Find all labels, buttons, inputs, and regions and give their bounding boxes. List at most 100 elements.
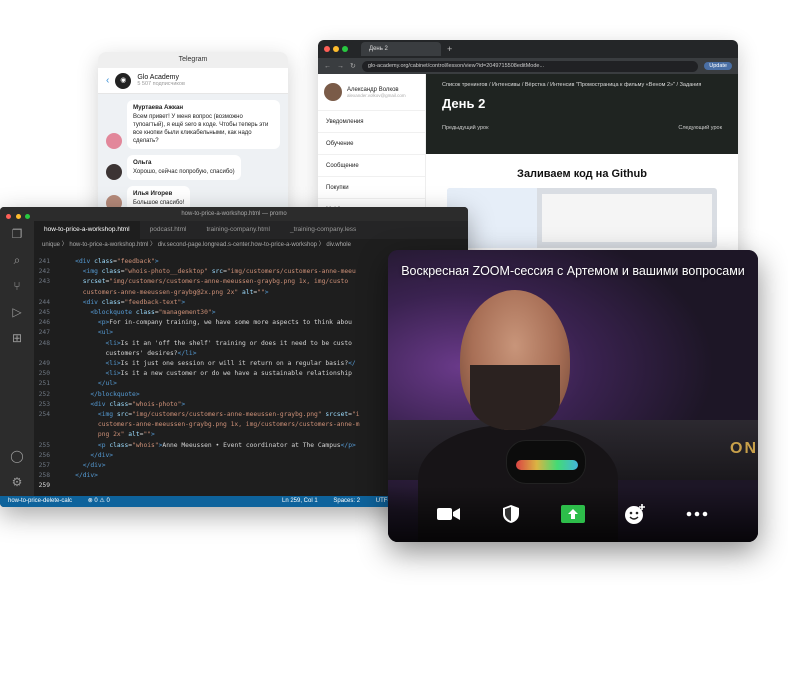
line-number: 248: [38, 339, 50, 347]
minimize-window-button[interactable]: [15, 214, 21, 219]
line-number: 246: [38, 319, 50, 327]
emoji-add-icon[interactable]: [621, 500, 649, 528]
line-text: </ul>: [97, 380, 117, 388]
account-icon[interactable]: ◯: [0, 443, 34, 469]
line-number: 250: [38, 370, 50, 378]
line-number: 259: [38, 482, 50, 490]
cursor-position: Ln 259, Col 1 Spaces: 2 UTF-: [282, 496, 403, 507]
line-number: 245: [38, 309, 50, 317]
user-name: Александр Волков: [347, 86, 399, 93]
line-number: 254: [38, 411, 50, 419]
line-text: </blockquote>: [90, 390, 140, 398]
line-text: <img class="whois-photo__desktop" src="i…: [82, 268, 356, 276]
problems-count[interactable]: ⊗ 0 ⚠ 0: [88, 498, 110, 504]
line-text: <div class="feedback-text">: [82, 298, 186, 306]
call-controls: [388, 486, 758, 542]
line-text: customers' desires?</li>: [60, 349, 197, 357]
line-number: 244: [38, 298, 50, 306]
sidebar-item-purchases[interactable]: Покупки: [318, 176, 425, 198]
channel-subscribers: 5 507 подписчиков: [137, 81, 185, 87]
share-screen-icon[interactable]: [559, 500, 587, 528]
files-icon[interactable]: ❐: [0, 221, 34, 247]
line-number: 255: [38, 441, 50, 449]
avatar: [324, 83, 342, 101]
search-icon[interactable]: ⌕: [0, 247, 34, 273]
back-icon[interactable]: ←: [324, 63, 331, 70]
line-text: png 2x" alt="">: [97, 431, 155, 439]
line-number: [34, 349, 60, 359]
new-tab-icon[interactable]: +: [447, 44, 452, 54]
user-profile[interactable]: Александр Волков alexander.volkov@gmail.…: [318, 74, 425, 110]
url-input[interactable]: glo-academy.org/cabinet/control/lesson/v…: [361, 60, 699, 72]
maximize-window-button[interactable]: [342, 46, 348, 52]
telegram-title: Telegram: [98, 52, 288, 68]
shield-icon[interactable]: [497, 500, 525, 528]
microphone-light: [516, 460, 578, 470]
git-branch[interactable]: how-to-price-delete-calc: [8, 498, 72, 504]
line-text: srcset="img/customers/customers-anne-mee…: [82, 278, 349, 286]
reload-icon[interactable]: ↻: [350, 62, 356, 70]
neon-sign: ON: [730, 440, 758, 457]
line-text: <div class="whois-photo">: [90, 400, 186, 408]
line-number: [34, 288, 60, 298]
prev-lesson-link[interactable]: Предыдущий урок: [442, 125, 488, 131]
line-number: 241: [38, 258, 50, 265]
update-button[interactable]: Update: [704, 62, 732, 70]
editor-tabs: how-to-price-a-workshop.html podcast.htm…: [34, 221, 468, 239]
avatar: [106, 133, 122, 149]
line-text: <p class="whois">Anne Meeussen • Event c…: [97, 441, 356, 449]
line-text: </div>: [90, 451, 114, 459]
cursor-position-text[interactable]: Ln 259, Col 1: [282, 498, 318, 504]
telegram-window: Telegram ‹ ◉ Glo Academy 5 507 подписчик…: [98, 52, 288, 232]
message-bubble: Муртаева Ажкан Всем привет! У меня вопро…: [127, 100, 280, 149]
maximize-window-button[interactable]: [25, 214, 31, 219]
line-number: [34, 430, 60, 440]
line-text: <blockquote class="management30">: [90, 309, 216, 317]
tab-how-to-price[interactable]: how-to-price-a-workshop.html: [34, 221, 140, 239]
sidebar-item-notifications[interactable]: Уведомления: [318, 110, 425, 132]
line-text: <div class="feedback">: [75, 258, 159, 265]
gear-icon[interactable]: ⚙: [0, 469, 34, 495]
line-text: <img src="img/customers/customers-anne-m…: [97, 411, 360, 419]
message: Муртаева Ажкан Всем привет! У меня вопро…: [106, 100, 280, 149]
line-text: customers-anne-meeussen-graybg.png 1x, i…: [97, 421, 360, 429]
line-text: <li>Is it just one session or will it re…: [105, 360, 356, 368]
forward-icon[interactable]: →: [337, 63, 344, 70]
message: Ольга Хорошо, сейчас попробую, спасибо): [106, 155, 280, 180]
tab-training-company-less[interactable]: _training-company.less: [280, 221, 366, 239]
line-text: <li>Is it an 'off the shelf' training or…: [105, 339, 352, 347]
editor-titlebar: how-to-price-a-workshop.html — promo: [0, 207, 468, 221]
line-number: 258: [38, 472, 50, 480]
tab-podcast[interactable]: podcast.html: [140, 221, 197, 239]
close-window-button[interactable]: [6, 214, 11, 219]
run-debug-icon[interactable]: ▷: [0, 299, 34, 325]
source-control-icon[interactable]: ⑂: [0, 273, 34, 299]
extensions-icon[interactable]: ⊞: [0, 325, 34, 351]
message-bubble: Ольга Хорошо, сейчас попробую, спасибо): [127, 155, 241, 180]
back-arrow-icon[interactable]: ‹: [106, 75, 109, 86]
video-call-window: ON Воскресная ZOOM-сессия с Артемом и ва…: [388, 250, 758, 542]
camera-icon[interactable]: [435, 500, 463, 528]
sidebar-item-learning[interactable]: Обучение: [318, 132, 425, 154]
browser-tabbar: День 2 +: [318, 40, 738, 58]
message-text: Хорошо, сейчас попробую, спасибо): [133, 169, 235, 175]
tab-training-company[interactable]: training-company.html: [196, 221, 279, 239]
next-lesson-link[interactable]: Следующий урок: [678, 125, 722, 131]
speaker-beard: [470, 365, 560, 430]
more-icon[interactable]: [683, 500, 711, 528]
indentation[interactable]: Spaces: 2: [333, 498, 360, 504]
line-number: 253: [38, 400, 50, 408]
line-text: <p>For in-company training, we have some…: [97, 319, 352, 327]
close-window-button[interactable]: [324, 46, 330, 52]
line-text: customers-anne-meeussen-graybg@2x.png 2x…: [82, 288, 269, 296]
line-number: 247: [38, 329, 50, 337]
line-number: 257: [38, 462, 50, 470]
minimize-window-button[interactable]: [333, 46, 339, 52]
line-text: <li>Is it a new customer or do we have a…: [105, 370, 352, 378]
browser-tab[interactable]: День 2: [361, 42, 441, 56]
sidebar-item-messages[interactable]: Сообщение: [318, 154, 425, 176]
line-number: 256: [38, 451, 50, 459]
lesson-content: Список тренингов / Интенсивы / Вёрстка /…: [426, 74, 738, 270]
breadcrumb[interactable]: Список тренингов / Интенсивы / Вёрстка /…: [442, 82, 722, 88]
telegram-header: ‹ ◉ Glo Academy 5 507 подписчиков: [98, 68, 288, 94]
